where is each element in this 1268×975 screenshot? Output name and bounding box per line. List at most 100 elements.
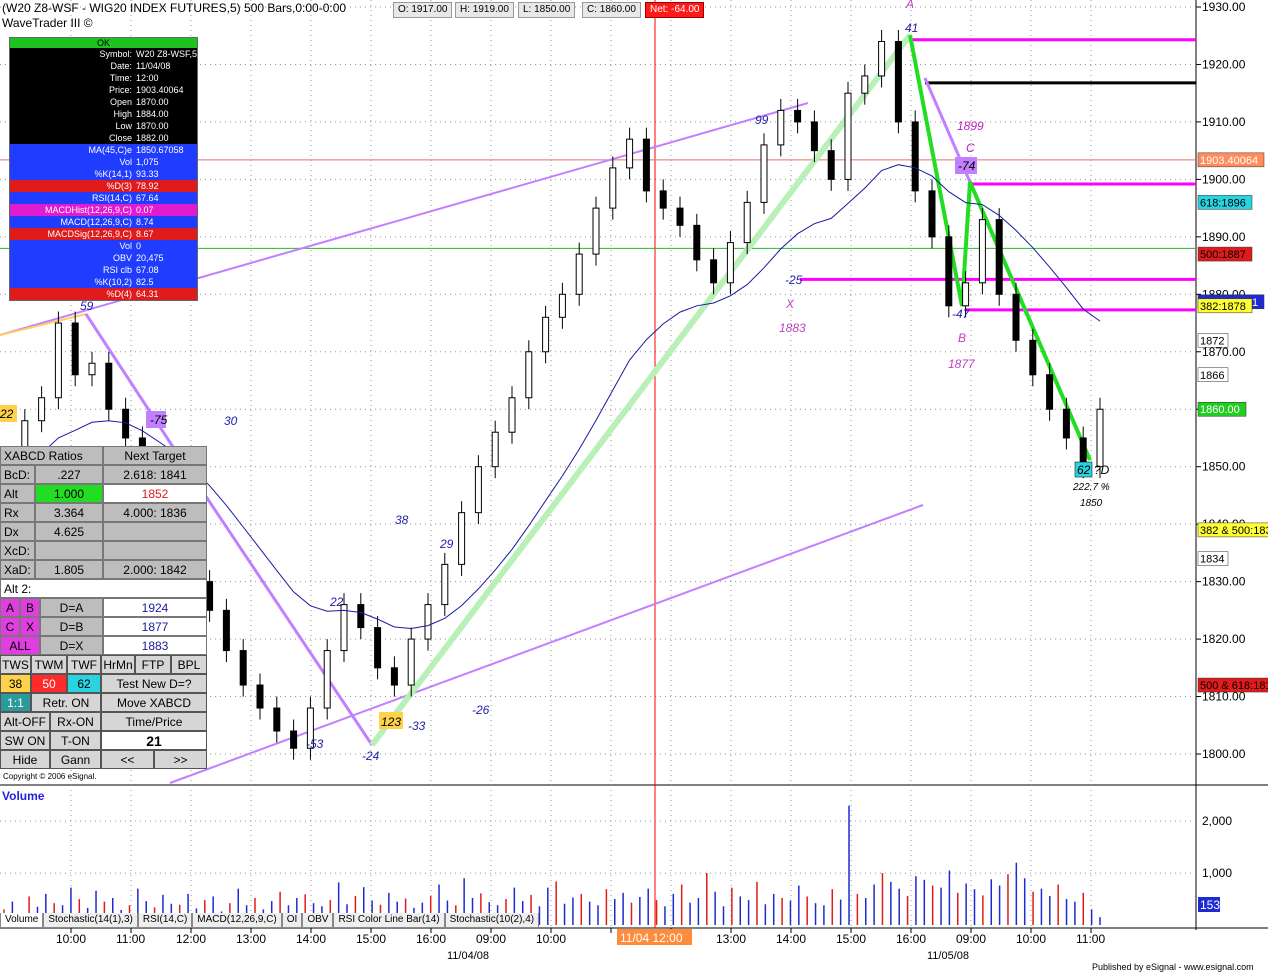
time-price-button[interactable]: Time/Price xyxy=(101,712,207,731)
data-window-key: Low xyxy=(115,121,132,131)
d-equals-a-btn-a[interactable]: A xyxy=(0,598,20,617)
data-window-key: MACDSig(12,26,9,C) xyxy=(47,229,132,239)
data-window-key: Vol xyxy=(119,157,132,167)
d-equals-b-label[interactable]: D=B xyxy=(40,617,103,636)
tool-tab-hrmn[interactable]: HrMn xyxy=(101,655,135,674)
tool-tab-bpl[interactable]: BPL xyxy=(171,655,207,674)
candle-body xyxy=(659,190,667,209)
data-window-key: MACD(12,26,9,C) xyxy=(60,217,132,227)
data-window-value: 0 xyxy=(136,241,142,251)
xabcd-panel[interactable]: XABCD Ratios Next Target BcD: .227 2.618: … xyxy=(0,446,207,769)
data-window-value: 93.33 xyxy=(136,169,159,179)
study-tab[interactable]: RSI(14,C) xyxy=(137,913,193,928)
data-window-row: Date: 11/04/08 xyxy=(10,60,197,72)
wave-label: 22 xyxy=(329,595,344,609)
candle-body xyxy=(38,397,46,422)
y-tick-label: 1820.00 xyxy=(1202,632,1246,646)
d-equals-a-btn-b[interactable]: B xyxy=(20,598,40,617)
x-date-label: 11/04/08 xyxy=(447,950,489,962)
data-window-value: 11/04/08 xyxy=(136,61,171,71)
wave-label: 222.7 % xyxy=(1072,482,1110,493)
study-tab[interactable]: Stochastic(10(2),4) xyxy=(444,913,540,928)
data-window-key: Vol xyxy=(119,241,132,251)
ratio-label: Rx xyxy=(0,503,35,522)
candle-body xyxy=(861,75,869,94)
data-window-value: 1882.00 xyxy=(136,133,169,143)
hide-button[interactable]: Hide xyxy=(0,750,50,769)
data-window-key: %K(14,1) xyxy=(94,169,132,179)
study-tab[interactable]: Volume xyxy=(0,913,44,928)
tool-tab-tws[interactable]: TWS xyxy=(0,655,31,674)
data-window-value: 67.08 xyxy=(136,265,159,275)
candle-body xyxy=(743,201,751,244)
ratio-row: Dx 4.625 xyxy=(0,522,207,541)
retr-on-button[interactable]: Retr. ON xyxy=(31,693,101,712)
x-tick-label: 16:00 xyxy=(416,932,446,946)
candle-body xyxy=(357,604,365,629)
wave-label: 1899 xyxy=(957,119,984,133)
fib-50-button[interactable]: 50 xyxy=(31,674,67,693)
wave-label: 1877 xyxy=(948,357,976,371)
wave-label: ?D xyxy=(1094,463,1110,477)
fib-38-button[interactable]: 38 xyxy=(0,674,31,693)
x-tick-label: 14:00 xyxy=(776,932,806,946)
wave-label: 1883 xyxy=(779,321,806,335)
study-tab[interactable]: OBV xyxy=(302,913,334,928)
data-window-status: OK xyxy=(10,38,197,48)
study-tab[interactable]: MACD(12,26,9,C) xyxy=(192,913,282,928)
y-tick-label: 1920.00 xyxy=(1202,57,1246,71)
wave-label: 22 xyxy=(0,407,14,421)
wave-label: A xyxy=(905,0,914,11)
d-equals-b-btn-x[interactable]: X xyxy=(20,617,40,636)
study-tab[interactable]: RSI Color Line Bar(14) xyxy=(333,913,445,928)
sw-on-button[interactable]: SW ON xyxy=(0,731,50,750)
t-on-button[interactable]: T-ON xyxy=(50,731,101,750)
gann-button[interactable]: Gann xyxy=(50,750,101,769)
tool-tab-twf[interactable]: TWF xyxy=(67,655,101,674)
wave-label: 29 xyxy=(439,537,454,551)
data-window-value: 1870.00 xyxy=(136,97,169,107)
candle-body xyxy=(273,707,281,732)
candle-body xyxy=(592,207,600,255)
next-button[interactable]: >> xyxy=(154,750,207,769)
wave-label: -25 xyxy=(785,273,803,287)
tool-tab-ftp[interactable]: FTP xyxy=(135,655,171,674)
study-tab[interactable]: OI xyxy=(281,913,303,928)
alt-off-button[interactable]: Alt-OFF xyxy=(0,712,50,731)
price-label: 500 & 618:1812 xyxy=(1200,680,1268,692)
rx-on-button[interactable]: Rx-ON xyxy=(50,712,101,731)
data-window-row: Time: 12:00 xyxy=(10,72,197,84)
data-window-row: MACDHist(12,26,9,C) 0.07 xyxy=(10,204,197,216)
data-window-key: RSI(14,C) xyxy=(91,193,132,203)
price-label: 1872 xyxy=(1200,335,1224,347)
x-tick-label: 12:00 xyxy=(176,932,206,946)
tool-tab-twm[interactable]: TWM xyxy=(31,655,67,674)
volume-tick-label: 1,000 xyxy=(1202,866,1232,880)
data-window-value: 67.64 xyxy=(136,193,159,203)
volume-pane-title: Volume xyxy=(2,789,45,803)
y-tick-label: 1930.00 xyxy=(1202,0,1246,14)
test-new-d-button[interactable]: Test New D=? xyxy=(101,674,207,693)
candle-body xyxy=(340,604,348,652)
candle-body xyxy=(222,609,230,652)
prev-button[interactable]: << xyxy=(101,750,154,769)
candle-body xyxy=(424,604,432,640)
study-tab[interactable]: Stochastic(14(1),3) xyxy=(43,913,138,928)
data-window-row: Close 1882.00 xyxy=(10,132,197,144)
d-equals-x-label[interactable]: D=X xyxy=(40,636,103,655)
d-equals-b-btn-c[interactable]: C xyxy=(0,617,20,636)
data-window-row: Open 1870.00 xyxy=(10,96,197,108)
ratio-value: 1.000 xyxy=(35,484,103,503)
study-tabs[interactable]: Volume Stochastic(14(1),3) RSI(14,C) MACD(1… xyxy=(0,913,540,928)
data-window-row: %K(10,2) 82.5 xyxy=(10,276,197,288)
data-window[interactable]: OK Symbol: W20 Z8-WSF,5 Date: 11/04/08 Time:… xyxy=(9,37,198,301)
data-window-row: Symbol: W20 Z8-WSF,5 xyxy=(10,48,197,60)
d-equals-a-label[interactable]: D=A xyxy=(40,598,103,617)
move-xabcd-button[interactable]: Move XABCD xyxy=(101,693,207,712)
price-label: 500:1887 xyxy=(1200,249,1246,261)
ratio-1-1-button[interactable]: 1:1 xyxy=(0,693,31,712)
candle-body xyxy=(458,512,466,565)
ratio-target: 2.000: 1842 xyxy=(103,560,207,579)
all-button[interactable]: ALL xyxy=(0,636,40,655)
fib-62-button[interactable]: 62 xyxy=(67,674,101,693)
